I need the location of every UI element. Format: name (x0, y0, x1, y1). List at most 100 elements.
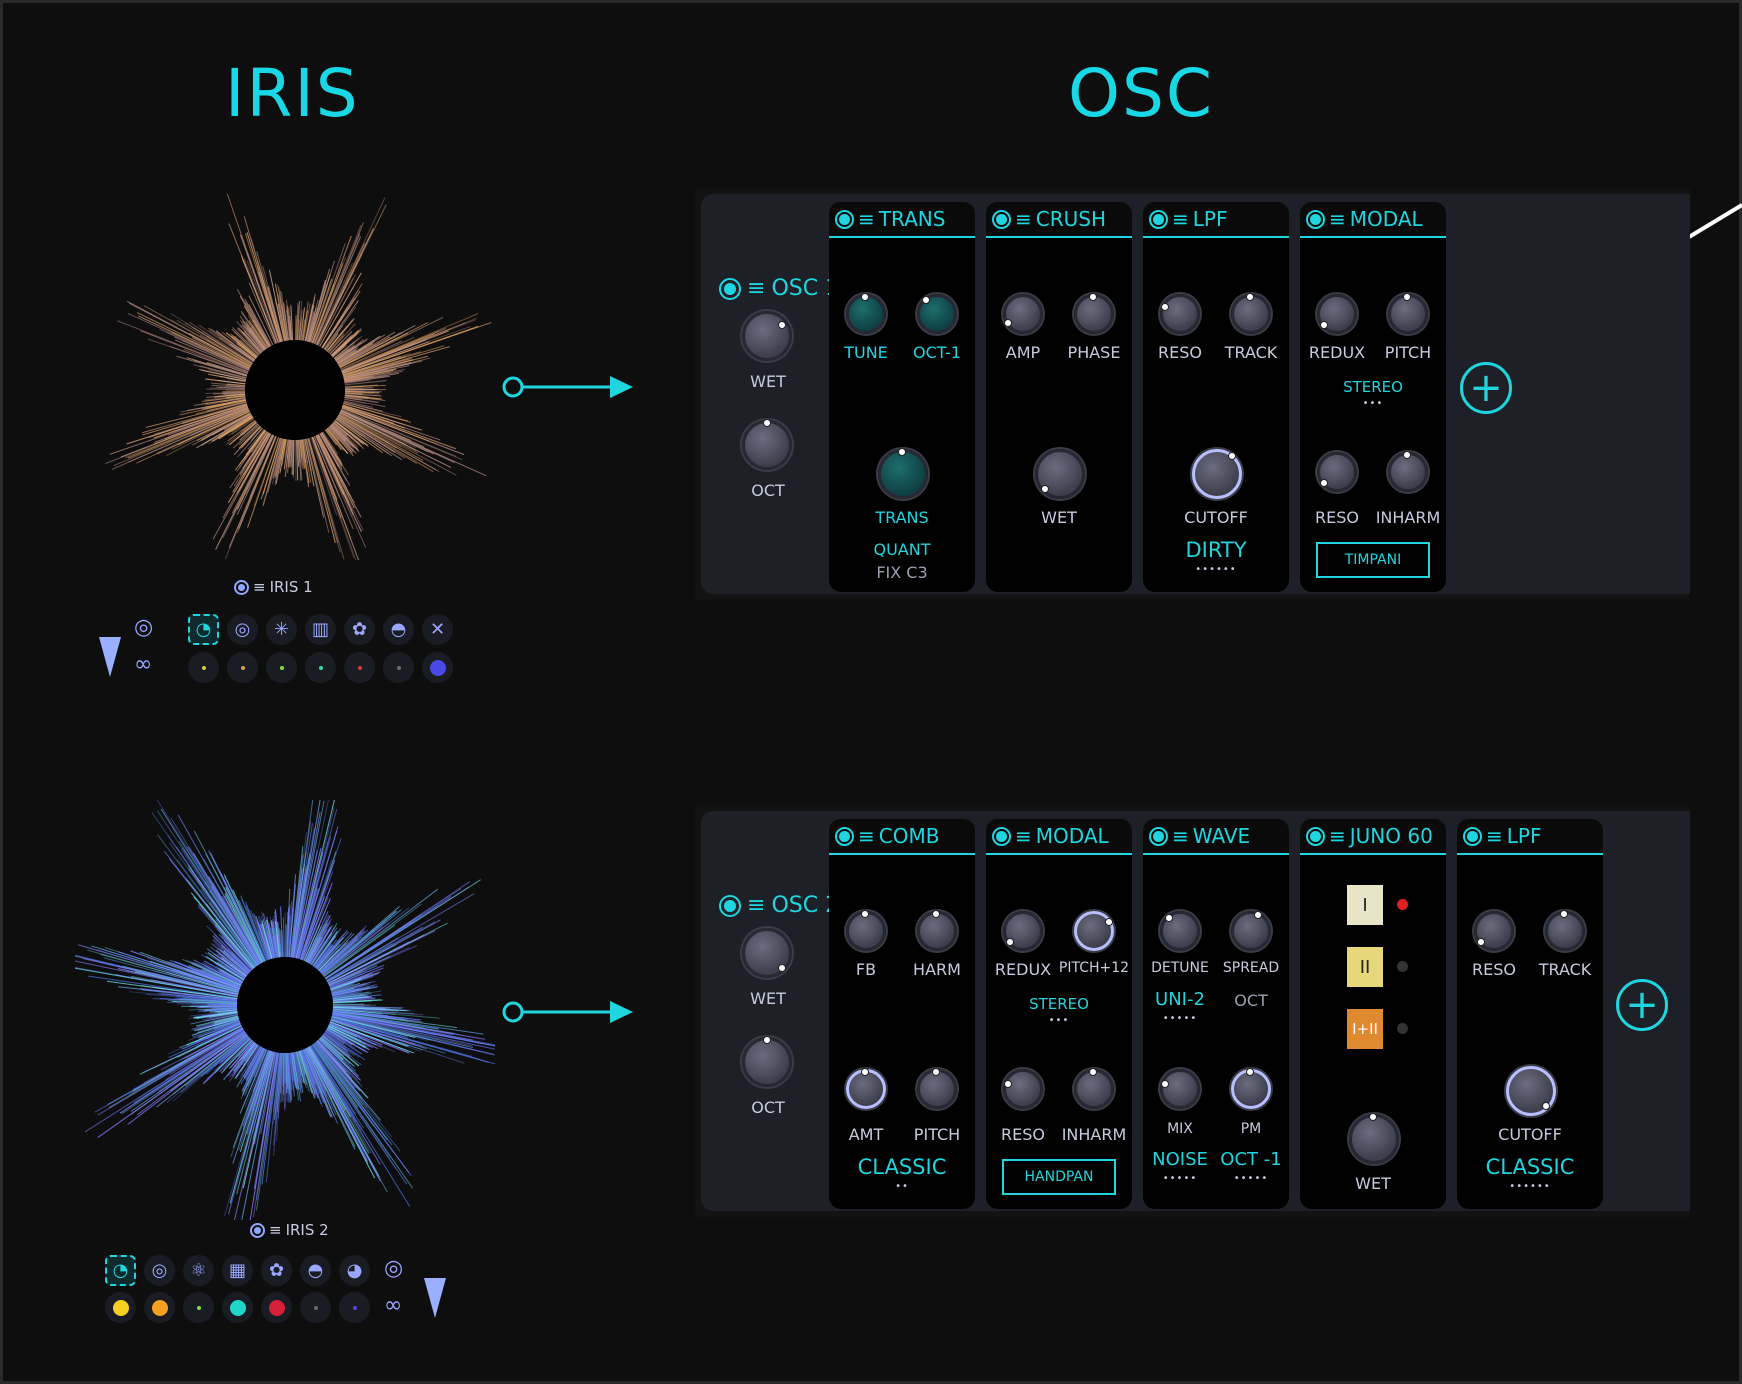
pager-dots[interactable]: ••••• (1163, 1013, 1198, 1024)
mix-knob[interactable] (1160, 1069, 1200, 1109)
reso-knob[interactable] (1317, 452, 1357, 492)
chorus-both-button[interactable]: I+II (1347, 1009, 1383, 1049)
x-icon[interactable]: ✕ (422, 614, 453, 645)
oct-shift-selector[interactable]: OCT -1 (1220, 1149, 1281, 1170)
power-icon[interactable] (835, 826, 854, 846)
phase-knob[interactable] (1074, 293, 1114, 334)
module-header[interactable]: ≡ MODAL (1300, 202, 1446, 238)
atom-icon[interactable]: ⚛ (183, 1255, 214, 1286)
pager-dots[interactable]: •••••• (1509, 1181, 1550, 1192)
power-icon[interactable] (1149, 826, 1168, 846)
menu-icon[interactable]: ≡ (1329, 207, 1346, 231)
pitch-knob[interactable] (917, 1068, 957, 1109)
inharm-knob[interactable] (1388, 451, 1428, 492)
pager-dots[interactable]: •••••• (1195, 564, 1236, 575)
module-header[interactable]: ≡ MODAL (986, 819, 1132, 855)
iris2-label[interactable]: ≡ IRIS 2 (250, 1221, 329, 1239)
tune-knob[interactable] (846, 293, 886, 334)
spiral-icon[interactable]: ◎ (144, 1255, 175, 1286)
overlap-rings-icon[interactable]: ◎ (384, 1256, 403, 1281)
linked-rings-icon[interactable]: ∞ (384, 1293, 402, 1318)
spiral-icon[interactable]: ◎ (227, 614, 258, 645)
osc2-header[interactable]: ≡ OSC 2 (719, 893, 839, 918)
track-knob[interactable] (1545, 910, 1585, 951)
oct-knob[interactable] (917, 294, 957, 334)
grid-icon[interactable]: ▦ (222, 1255, 253, 1286)
sphere-icon[interactable]: ◕ (339, 1255, 370, 1286)
color-swatch[interactable] (266, 652, 297, 683)
pm-knob[interactable] (1231, 1068, 1271, 1109)
reso-knob[interactable] (1474, 911, 1514, 951)
color-swatch[interactable] (344, 652, 375, 683)
half-circle-icon[interactable]: ◓ (383, 614, 414, 645)
overlap-rings-icon[interactable]: ◎ (134, 615, 153, 640)
inharm-knob[interactable] (1074, 1068, 1114, 1109)
pitch-knob[interactable] (1074, 911, 1114, 951)
menu-icon[interactable]: ≡ (1329, 824, 1346, 848)
material-button[interactable]: HANDPAN (1002, 1159, 1116, 1195)
quant-value[interactable]: FIX C3 (876, 563, 927, 582)
power-icon[interactable] (719, 894, 741, 917)
pager-dots[interactable]: ••• (1049, 1015, 1070, 1026)
module-header[interactable]: ≡ TRANS (829, 202, 975, 238)
color-swatch[interactable] (261, 1292, 292, 1323)
menu-icon[interactable]: ≡ (1015, 207, 1032, 231)
reso-knob[interactable] (1160, 294, 1200, 334)
color-swatch[interactable] (105, 1292, 136, 1323)
color-swatch[interactable] (422, 652, 453, 683)
add-module-button[interactable]: + (1460, 362, 1512, 414)
cutoff-knob[interactable] (1506, 1066, 1556, 1116)
noise-selector[interactable]: NOISE (1152, 1149, 1208, 1170)
menu-icon[interactable]: ≡ (858, 824, 875, 848)
power-icon[interactable] (250, 1222, 265, 1238)
flower-icon[interactable]: ✿ (261, 1255, 292, 1286)
oct-selector[interactable]: OCT (1234, 991, 1268, 1010)
volume-triangle-icon[interactable] (99, 637, 121, 677)
module-header[interactable]: ≡ WAVE (1143, 819, 1289, 855)
osc2-wet-knob[interactable] (742, 928, 792, 978)
quant-label[interactable]: QUANT (874, 540, 931, 559)
redux-knob[interactable] (1003, 911, 1043, 951)
module-header[interactable]: ≡ JUNO 60 (1300, 819, 1446, 855)
power-icon[interactable] (719, 277, 741, 300)
power-icon[interactable] (1149, 209, 1168, 229)
menu-icon[interactable]: ≡ (1172, 207, 1189, 231)
color-swatch[interactable] (383, 652, 414, 683)
power-icon[interactable] (1306, 209, 1325, 229)
chorus-i-button[interactable]: I (1347, 885, 1383, 925)
menu-icon[interactable]: ≡ (253, 578, 266, 596)
module-header[interactable]: ≡ COMB (829, 819, 975, 855)
filter-mode-selector[interactable]: DIRTY (1185, 538, 1246, 562)
clock-icon[interactable]: ◔ (105, 1255, 136, 1286)
stereo-selector[interactable]: STEREO (1343, 378, 1403, 396)
power-icon[interactable] (992, 826, 1011, 846)
menu-icon[interactable]: ≡ (1172, 824, 1189, 848)
pitch-knob[interactable] (1388, 293, 1428, 334)
track-knob[interactable] (1231, 293, 1271, 334)
wet-knob[interactable] (1035, 449, 1085, 499)
osc1-wet-knob[interactable] (742, 311, 792, 361)
pager-dots[interactable]: ••••• (1163, 1173, 1198, 1184)
cutoff-knob[interactable] (1192, 449, 1242, 499)
unison-selector[interactable]: UNI-2 (1155, 989, 1205, 1010)
linked-rings-icon[interactable]: ∞ (134, 652, 152, 677)
power-icon[interactable] (1306, 826, 1325, 846)
reso-knob[interactable] (1003, 1069, 1043, 1109)
material-button[interactable]: TIMPANI (1316, 542, 1430, 578)
amp-knob[interactable] (1003, 294, 1043, 334)
star-icon[interactable]: ✳ (266, 614, 297, 645)
color-swatch[interactable] (222, 1292, 253, 1323)
menu-icon[interactable]: ≡ (269, 1221, 282, 1239)
stripes-icon[interactable]: ▥ (305, 614, 336, 645)
iris1-label[interactable]: ≡ IRIS 1 (234, 578, 313, 596)
module-header[interactable]: ≡ LPF (1143, 202, 1289, 238)
trans-knob[interactable] (878, 448, 928, 499)
osc1-oct-knob[interactable] (742, 419, 792, 470)
power-icon[interactable] (1463, 826, 1482, 846)
redux-knob[interactable] (1317, 294, 1357, 334)
filter-mode-selector[interactable]: CLASSIC (1486, 1155, 1575, 1179)
color-swatch[interactable] (305, 652, 336, 683)
stereo-selector[interactable]: STEREO (1029, 995, 1089, 1013)
color-swatch[interactable] (227, 652, 258, 683)
module-header[interactable]: ≡ LPF (1457, 819, 1603, 855)
